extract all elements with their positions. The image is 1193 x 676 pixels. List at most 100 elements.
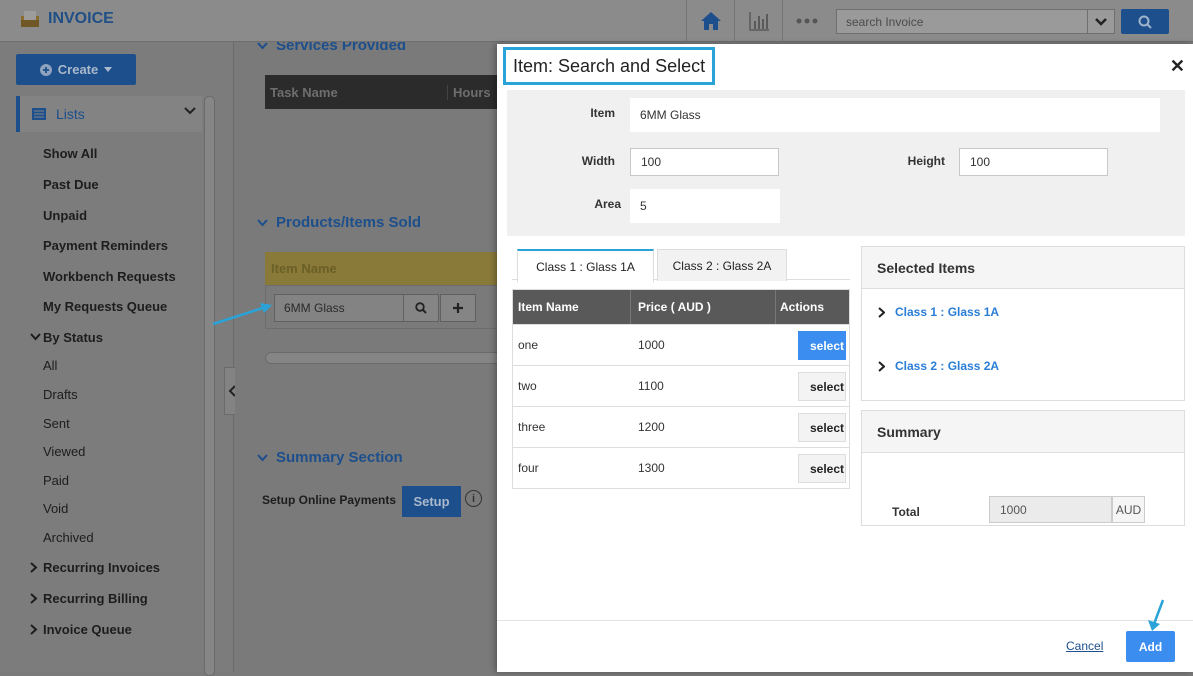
item-field[interactable]: 6MM Glass [630, 98, 1160, 132]
reports-chart-icon[interactable] [734, 0, 782, 42]
select-button[interactable]: select [798, 413, 846, 442]
sidebar-item-workbench-requests[interactable]: Workbench Requests [43, 269, 176, 284]
item-label: Item [590, 106, 615, 120]
product-item-input[interactable]: 6MM Glass [274, 294, 404, 322]
products-hscrollbar[interactable] [265, 352, 497, 364]
col-price: Price ( AUD ) [638, 300, 711, 314]
product-row: 6MM Glass [265, 285, 497, 329]
total-value: 1000 [989, 496, 1112, 523]
class-tabs: Class 1 : Glass 1A Class 2 : Glass 2A [512, 247, 850, 282]
items-table: Item Name Price ( AUD ) Actions one 1000… [512, 289, 850, 489]
search-dropdown-chevron-icon[interactable] [1087, 9, 1115, 34]
sidebar-item-unpaid[interactable]: Unpaid [43, 208, 87, 223]
total-label: Total [892, 505, 920, 519]
sidebar-item-payment-reminders[interactable]: Payment Reminders [43, 238, 168, 253]
create-button[interactable]: Create [16, 54, 136, 85]
modal-footer-divider [497, 620, 1193, 621]
product-add-button[interactable] [440, 294, 476, 322]
select-button[interactable]: select [798, 372, 846, 401]
search-icon [1138, 15, 1152, 29]
selected-item-class-2[interactable]: Class 2 : Glass 2A [878, 359, 999, 373]
row-item-name: four [518, 461, 539, 475]
more-dots-icon[interactable] [782, 0, 830, 42]
setup-online-payments-label: Setup Online Payments [262, 493, 397, 507]
chevron-down-icon [257, 453, 268, 461]
sidebar-scrollbar[interactable] [204, 96, 215, 676]
create-label: Create [57, 62, 99, 77]
select-button[interactable]: select [798, 331, 846, 360]
status-item-all[interactable]: All [43, 358, 57, 373]
height-input[interactable]: 100 [959, 148, 1108, 176]
col-task-name: Task Name [270, 84, 338, 100]
height-label: Height [907, 154, 945, 168]
sidebar-item-my-requests-queue[interactable]: My Requests Queue [43, 299, 167, 314]
info-icon[interactable]: i [465, 490, 482, 507]
plus-circle-icon [39, 63, 52, 76]
summary-section-title[interactable]: Summary Section [257, 449, 403, 466]
col-item-name: Item Name [518, 300, 579, 314]
tab-class-2[interactable]: Class 2 : Glass 2A [657, 249, 787, 281]
sidebar-item-recurring-invoices[interactable]: Recurring Invoices [43, 560, 160, 575]
items-table-header: Item Name Price ( AUD ) Actions [513, 290, 849, 324]
sidebar-item-invoice-queue[interactable]: Invoice Queue [43, 622, 132, 637]
currency-addon: AUD [1112, 496, 1145, 523]
col-actions: Actions [780, 300, 825, 314]
product-search-button[interactable] [403, 294, 439, 322]
chevron-down-icon [257, 218, 268, 226]
sidebar-item-by-status[interactable]: By Status [43, 330, 103, 345]
row-item-name: one [518, 338, 539, 352]
invoice-logo-icon [21, 11, 39, 27]
lists-menu[interactable]: Lists [16, 96, 202, 132]
top-bar: INVOICE search Invoice [0, 0, 1193, 42]
chevron-right-icon [30, 624, 38, 635]
setup-button[interactable]: Setup [402, 486, 461, 517]
col-hours: Hours [447, 84, 491, 100]
table-row: one 1000 select [513, 324, 849, 365]
search-button[interactable] [1121, 9, 1169, 34]
chevron-down-icon [257, 42, 268, 49]
sidebar-item-show-all[interactable]: Show All [43, 146, 97, 161]
app-brand[interactable]: INVOICE [20, 10, 114, 28]
sidebar-item-recurring-billing[interactable]: Recurring Billing [43, 591, 148, 606]
status-item-paid[interactable]: Paid [43, 473, 69, 488]
close-icon[interactable]: ✕ [1170, 56, 1185, 77]
list-icon [32, 108, 46, 120]
status-item-sent[interactable]: Sent [43, 416, 70, 431]
products-section-title[interactable]: Products/Items Sold [257, 214, 421, 231]
search-icon [415, 302, 427, 314]
sidebar: Create Lists Show All Past Due Unpaid Pa… [0, 42, 234, 676]
row-item-name: three [518, 420, 546, 434]
selected-items-title: Selected Items [862, 247, 1184, 289]
services-table-header: Task Name Hours [265, 75, 497, 109]
sidebar-item-past-due[interactable]: Past Due [43, 177, 99, 192]
area-field: 5 [630, 189, 780, 223]
annotation-arrow-icon [1148, 599, 1165, 631]
home-icon[interactable] [686, 0, 734, 42]
status-item-drafts[interactable]: Drafts [43, 387, 78, 402]
status-item-viewed[interactable]: Viewed [43, 444, 85, 459]
services-title-text: Services Provided [276, 42, 407, 54]
chevron-right-icon [30, 562, 38, 573]
plus-icon [453, 303, 463, 313]
summary-panel: Summary Total 1000 AUD [861, 410, 1185, 526]
row-price: 1000 [638, 338, 665, 352]
row-price: 1100 [638, 379, 664, 393]
summary-title: Summary [862, 411, 1184, 453]
add-button[interactable]: Add [1126, 631, 1175, 662]
select-button[interactable]: select [798, 454, 846, 483]
selected-items-panel: Selected Items Class 1 : Glass 1A Class … [861, 246, 1185, 401]
services-section-title[interactable]: Services Provided [257, 42, 406, 54]
search-input[interactable]: search Invoice [836, 9, 1088, 34]
width-input[interactable]: 100 [630, 148, 779, 176]
tab-class-1[interactable]: Class 1 : Glass 1A [517, 249, 654, 282]
app-title: INVOICE [48, 10, 114, 27]
selected-item-class-1[interactable]: Class 1 : Glass 1A [878, 305, 999, 319]
table-row: three 1200 select [513, 406, 849, 447]
cancel-link[interactable]: Cancel [1066, 639, 1103, 653]
selected-item-label: Class 1 : Glass 1A [895, 305, 1000, 319]
caret-down-icon [104, 67, 113, 72]
status-item-archived[interactable]: Archived [43, 530, 94, 545]
col-item-name: Item Name [271, 261, 337, 276]
status-item-void[interactable]: Void [43, 501, 68, 516]
modal-title: Item: Search and Select [503, 47, 716, 85]
